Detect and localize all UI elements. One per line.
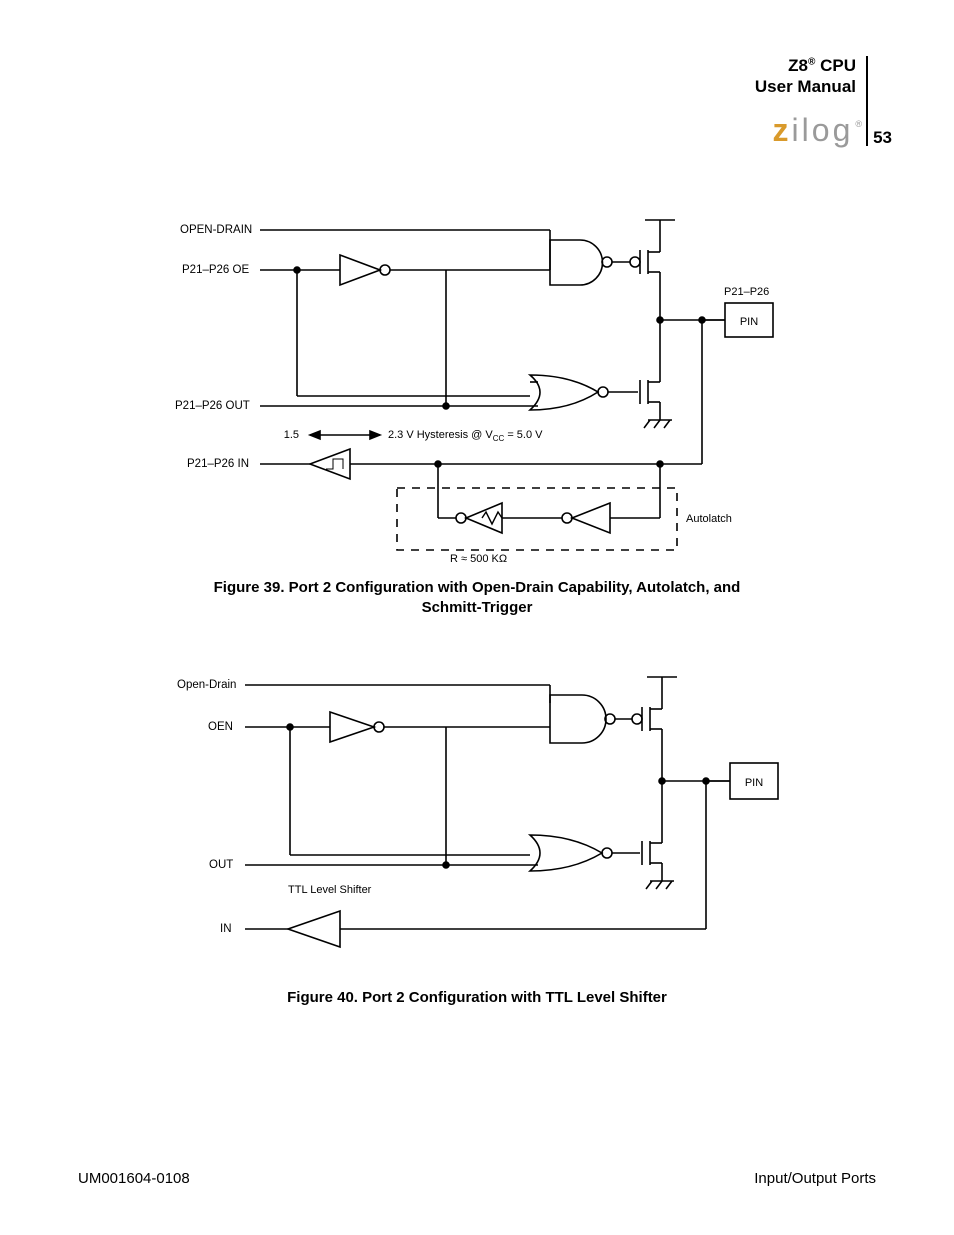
title-line1-suffix: CPU bbox=[815, 56, 856, 75]
f39-label-in: P21–P26 IN bbox=[187, 458, 249, 470]
f39-hysteresis: 2.3 V Hysteresis @ VCC = 5.0 V bbox=[388, 429, 543, 443]
f40-label-in: IN bbox=[220, 923, 232, 935]
logo: zilog ® bbox=[773, 112, 862, 149]
figure-39-diagram: OPEN-DRAIN P21–P26 OE P21–P26 OUT P21–P2… bbox=[150, 210, 850, 570]
f40-ttl: TTL Level Shifter bbox=[288, 884, 372, 896]
footer-doc-id: UM001604-0108 bbox=[78, 1170, 190, 1187]
figure-40-diagram: Open-Drain OEN OUT IN TTL Level Shifter … bbox=[150, 665, 850, 965]
f39-autolatch: Autolatch bbox=[686, 513, 732, 525]
page: Z8® CPU User Manual zilog ® 53 bbox=[0, 0, 954, 1235]
f39-label-out: P21–P26 OUT bbox=[175, 400, 250, 412]
f40-label-open-drain: Open-Drain bbox=[177, 679, 236, 691]
title-line1-prefix: Z8 bbox=[788, 56, 808, 75]
footer-section: Input/Output Ports bbox=[754, 1170, 876, 1187]
f39-rvalue: R ≈ 500 KΩ bbox=[450, 553, 507, 565]
logo-z: z bbox=[773, 112, 792, 148]
f40-pin: PIN bbox=[745, 777, 763, 789]
f39-hyst-low: 1.5 bbox=[284, 429, 299, 441]
f39-pin: PIN bbox=[740, 316, 758, 328]
document-title: Z8® CPU User Manual bbox=[755, 55, 856, 98]
title-line2: User Manual bbox=[755, 77, 856, 96]
f39-caption-line1: Figure 39. Port 2 Configuration with Ope… bbox=[214, 579, 741, 596]
figure-39-caption: Figure 39. Port 2 Configuration with Ope… bbox=[0, 578, 954, 619]
f40-label-out: OUT bbox=[209, 859, 233, 871]
f40-caption: Figure 40. Port 2 Configuration with TTL… bbox=[287, 989, 667, 1006]
header-rule bbox=[866, 56, 868, 146]
f40-label-oen: OEN bbox=[208, 721, 233, 733]
f39-label-open-drain: OPEN-DRAIN bbox=[180, 224, 252, 236]
f39-pin-group: P21–P26 bbox=[724, 286, 769, 298]
page-number: 53 bbox=[873, 128, 892, 148]
f39-caption-line2: Schmitt-Trigger bbox=[422, 599, 533, 616]
figure-40-caption: Figure 40. Port 2 Configuration with TTL… bbox=[0, 988, 954, 1008]
f39-label-oe: P21–P26 OE bbox=[182, 264, 249, 276]
logo-reg: ® bbox=[855, 119, 862, 129]
logo-rest: ilog bbox=[792, 112, 854, 148]
